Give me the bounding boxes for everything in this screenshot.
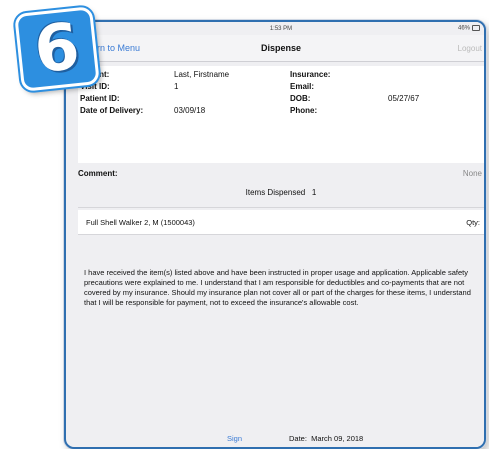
items-dispensed-count: 1	[311, 188, 317, 197]
status-time: 1:53 PM	[269, 25, 293, 32]
sign-button[interactable]: Sign	[227, 434, 242, 443]
dob-label: DOB:	[290, 94, 311, 103]
logout-button[interactable]: Logout	[458, 44, 482, 53]
product-name: Full Shell Walker 2, M (1500043)	[86, 218, 195, 227]
comment-value: None	[462, 169, 482, 178]
quantity-label: Qty:	[466, 218, 480, 227]
status-bar: ●● 1:53 PM 46%	[78, 22, 484, 35]
comment-row[interactable]: Comment: None	[78, 169, 484, 181]
acknowledgement-text: I have received the item(s) listed above…	[84, 268, 471, 307]
comment-label: Comment:	[78, 169, 118, 178]
app-screen: ●● 1:53 PM 46% Return to Menu Dispense L…	[78, 22, 484, 447]
date-label: Date:	[289, 434, 307, 443]
battery-indicator: 46%	[458, 25, 480, 32]
items-dispensed-label: Items Dispensed	[245, 188, 306, 197]
visit-id-value: 1	[174, 82, 179, 91]
date-of-delivery-label: Date of Delivery:	[80, 106, 144, 115]
phone-label: Phone:	[290, 106, 318, 115]
patient-value: Last, Firstname	[174, 70, 230, 79]
navigation-bar: Return to Menu Dispense Logout	[78, 35, 484, 62]
page-title: Dispense	[260, 43, 302, 53]
signature-date: Date: March 09, 2018	[289, 434, 363, 443]
battery-percent: 46%	[457, 25, 470, 32]
insurance-label: Insurance:	[290, 70, 331, 79]
items-dispensed: Items Dispensed 1	[78, 188, 484, 197]
battery-icon	[472, 25, 480, 32]
product-row[interactable]: Full Shell Walker 2, M (1500043) Qty:	[78, 210, 484, 235]
date-value: March 09, 2018	[311, 434, 364, 443]
patient-id-label: Patient ID:	[80, 94, 120, 103]
email-label: Email:	[290, 82, 315, 91]
date-of-delivery-value: 03/09/18	[174, 106, 206, 115]
dob-value: 05/27/67	[388, 94, 420, 103]
patient-info-panel: Patient: Last, Firstname Visit ID: 1 Pat…	[78, 66, 484, 163]
divider	[78, 207, 484, 208]
step-number-badge: 6	[14, 6, 100, 92]
tablet-frame: ●● 1:53 PM 46% Return to Menu Dispense L…	[64, 20, 486, 449]
